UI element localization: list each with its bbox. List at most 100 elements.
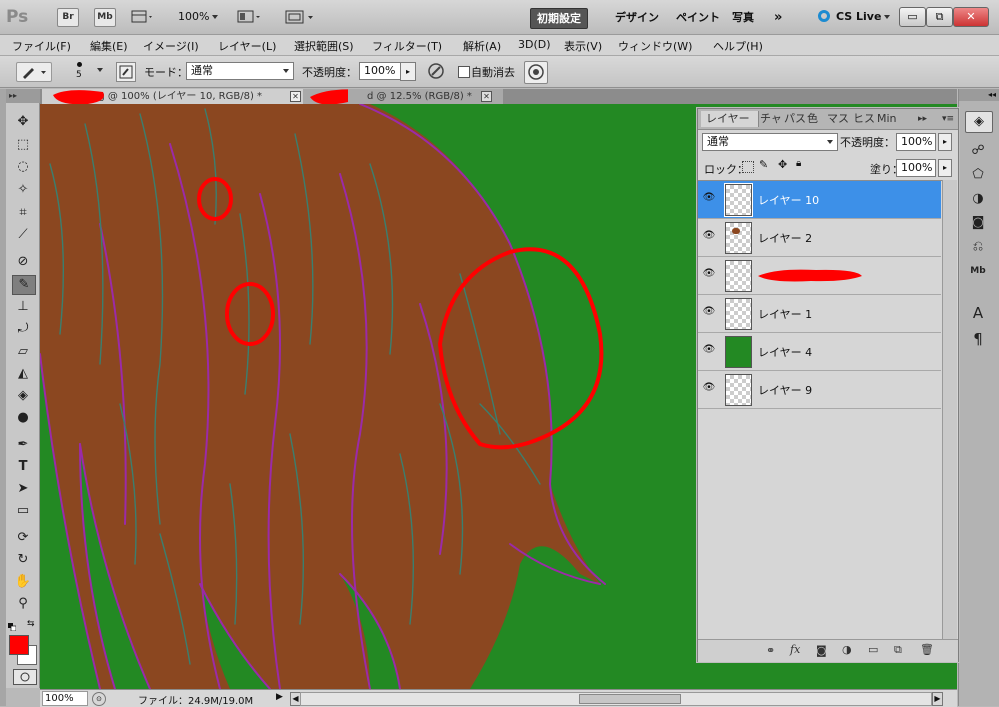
lock-position-icon[interactable]: ✥ bbox=[778, 158, 787, 171]
type-tool[interactable]: T bbox=[12, 458, 34, 476]
marquee-tool[interactable]: ⬚ bbox=[12, 136, 34, 154]
layer-row[interactable]: 👁︎ レイヤー 2 bbox=[698, 219, 941, 257]
paragraph-panel-button[interactable]: ¶ bbox=[965, 329, 991, 349]
clone-stamp-tool[interactable]: ⊥ bbox=[12, 298, 34, 316]
workspace-essentials-button[interactable]: 初期設定 bbox=[530, 8, 588, 29]
dodge-tool[interactable]: ● bbox=[12, 409, 34, 427]
zoom-tool[interactable]: ⚲ bbox=[12, 595, 34, 613]
layers-panel-button[interactable]: ◈ bbox=[965, 111, 993, 133]
minimize-button[interactable]: ▭ bbox=[899, 7, 926, 27]
layer-opacity-slider-button[interactable]: ▸ bbox=[938, 133, 952, 151]
move-tool[interactable]: ✥ bbox=[12, 113, 34, 131]
link-icon[interactable]: ⚭ bbox=[766, 644, 775, 657]
workspace-photography-button[interactable]: 写真 bbox=[726, 8, 760, 27]
blur-tool[interactable]: ◈ bbox=[12, 387, 34, 405]
layer-list-scrollbar[interactable] bbox=[942, 180, 957, 641]
lock-transparent-icon[interactable] bbox=[742, 161, 754, 173]
menu-view[interactable]: 表示(V) bbox=[564, 38, 602, 54]
auto-erase-checkbox[interactable] bbox=[458, 66, 470, 78]
fx-icon[interactable]: fx bbox=[790, 643, 800, 656]
menu-analysis[interactable]: 解析(A) bbox=[463, 38, 501, 54]
close-tab-icon[interactable]: ✕ bbox=[481, 91, 492, 102]
hand-tool[interactable]: ✋ bbox=[12, 573, 34, 591]
layer-row[interactable]: 👁︎ レイヤー 4 bbox=[698, 333, 941, 371]
horizontal-scrollbar[interactable] bbox=[300, 692, 932, 706]
brush-preset-picker[interactable]: 5 bbox=[64, 60, 106, 82]
scrollbar-thumb[interactable] bbox=[579, 694, 681, 704]
adjustment-icon[interactable]: ◑ bbox=[842, 643, 852, 656]
workspace-design-button[interactable]: デザイン bbox=[609, 8, 665, 27]
status-menu-arrow[interactable]: ▶ bbox=[276, 692, 283, 702]
trash-icon[interactable]: 🗑︎ bbox=[920, 643, 934, 656]
panel-menu-button[interactable]: ▾≡ bbox=[942, 111, 954, 127]
tab-paths[interactable]: パス bbox=[784, 111, 806, 127]
visibility-eye-icon[interactable]: 👁︎ bbox=[702, 267, 716, 281]
foreground-color-swatch[interactable] bbox=[9, 635, 29, 655]
menu-layer[interactable]: レイヤー(L) bbox=[218, 38, 276, 54]
masks-panel-button[interactable]: ◙ bbox=[965, 213, 991, 233]
group-icon[interactable]: ▭ bbox=[868, 643, 878, 656]
pressure-size-button[interactable] bbox=[524, 61, 548, 84]
menu-edit[interactable]: 編集(E) bbox=[90, 38, 128, 54]
layer-row[interactable]: 👁︎ レイヤー 10 bbox=[698, 181, 941, 219]
menu-3d[interactable]: 3D(D) bbox=[518, 38, 551, 51]
paths-panel-button[interactable]: ⬠ bbox=[965, 165, 991, 185]
crop-tool[interactable]: ⌗ bbox=[12, 204, 34, 222]
fill-input[interactable]: 100% bbox=[896, 159, 936, 177]
fill-slider-button[interactable]: ▸ bbox=[938, 159, 952, 177]
status-info-icon[interactable]: ⊙ bbox=[92, 692, 106, 706]
menu-window[interactable]: ウィンドウ(W) bbox=[618, 38, 692, 54]
layer-opacity-input[interactable]: 100% bbox=[896, 133, 936, 151]
view-extras-button[interactable] bbox=[131, 9, 155, 25]
tab-overflow-button[interactable]: ▸▸ bbox=[918, 111, 927, 127]
more-workspaces-button[interactable]: » bbox=[768, 8, 788, 27]
visibility-eye-icon[interactable]: 👁︎ bbox=[702, 343, 716, 357]
workspace-painting-button[interactable]: ペイント bbox=[670, 8, 726, 27]
new-layer-icon[interactable]: ⧉ bbox=[894, 643, 902, 657]
history-brush-tool[interactable]: ⤾ bbox=[12, 320, 34, 338]
lasso-tool[interactable]: ◌ bbox=[12, 158, 34, 176]
eyedropper-tool[interactable]: ⟋ bbox=[12, 226, 34, 244]
pencil-tool[interactable]: ✎ bbox=[12, 275, 36, 295]
menu-select[interactable]: 選択範囲(S) bbox=[294, 38, 354, 54]
shape-tool[interactable]: ▭ bbox=[12, 502, 34, 520]
menu-filter[interactable]: フィルター(T) bbox=[372, 38, 442, 54]
tool-preset-picker[interactable] bbox=[16, 62, 52, 82]
opacity-slider-button[interactable]: ▸ bbox=[400, 62, 416, 81]
mask-icon[interactable]: ◙ bbox=[816, 644, 827, 657]
dock-collapse-button[interactable]: ◂◂ bbox=[959, 89, 999, 101]
menu-file[interactable]: ファイル(F) bbox=[12, 38, 71, 54]
quick-mask-button[interactable] bbox=[13, 669, 37, 685]
close-button[interactable]: ✕ bbox=[953, 7, 989, 27]
visibility-eye-icon[interactable]: 👁︎ bbox=[702, 305, 716, 319]
mode-select[interactable]: 通常 bbox=[186, 62, 294, 80]
character-panel-button[interactable]: A bbox=[965, 303, 991, 323]
eraser-tool[interactable]: ▱ bbox=[12, 343, 34, 361]
layer-row[interactable]: 👁︎ レイヤー 1 bbox=[698, 295, 941, 333]
minibridge-panel-button[interactable]: Mb bbox=[965, 261, 991, 281]
lock-image-icon[interactable]: ✎ bbox=[759, 158, 768, 171]
tab-history[interactable]: ヒス bbox=[853, 111, 875, 127]
channels-panel-button[interactable]: ☍ bbox=[965, 141, 991, 161]
minibridge-button[interactable]: Mb bbox=[94, 8, 116, 27]
pressure-opacity-button[interactable] bbox=[426, 61, 446, 81]
toolbar-header[interactable]: ▸▸ bbox=[6, 89, 40, 103]
pen-tool[interactable]: ✒ bbox=[12, 436, 34, 454]
visibility-eye-icon[interactable]: 👁︎ bbox=[702, 229, 716, 243]
layer-row[interactable]: 👁︎ bbox=[698, 257, 941, 295]
brush-panel-toggle[interactable] bbox=[116, 62, 136, 82]
arrange-documents-button[interactable] bbox=[237, 9, 263, 25]
status-zoom-input[interactable]: 100% bbox=[42, 691, 88, 706]
path-selection-tool[interactable]: ➤ bbox=[12, 480, 34, 498]
swap-colors-icon[interactable]: ⇆ bbox=[27, 619, 35, 629]
scroll-right-button[interactable]: ▶ bbox=[932, 692, 943, 706]
tab-minibridge[interactable]: Min bbox=[877, 111, 897, 127]
lock-all-icon[interactable]: 🔒︎ bbox=[796, 158, 801, 169]
quick-select-tool[interactable]: ✧ bbox=[12, 181, 34, 199]
default-colors-icon[interactable] bbox=[8, 621, 17, 632]
tab-layers[interactable]: レイヤー bbox=[701, 111, 759, 127]
blend-mode-select[interactable]: 通常 bbox=[702, 133, 838, 151]
screen-mode-button[interactable] bbox=[285, 9, 319, 25]
3d-orbit-tool[interactable]: ↻ bbox=[12, 551, 34, 569]
restore-button[interactable]: ⧉ bbox=[926, 7, 953, 27]
